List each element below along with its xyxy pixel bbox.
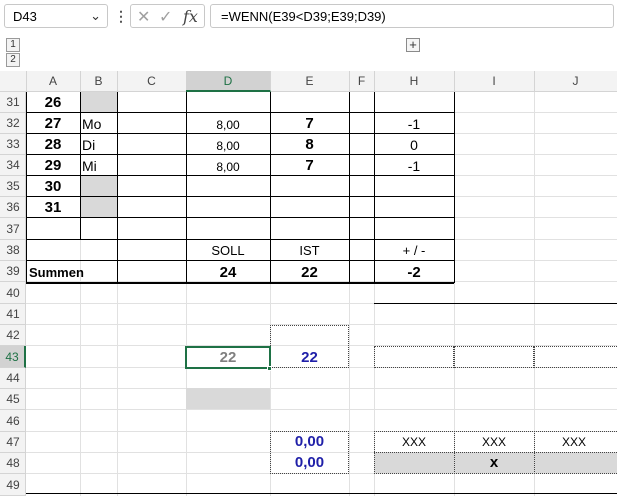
cell-b33[interactable]: Di: [82, 134, 117, 155]
row-header-37[interactable]: 37: [0, 218, 26, 240]
cell-e39[interactable]: 22: [270, 261, 349, 283]
expand-group-icon[interactable]: +: [406, 38, 420, 52]
cell-h47[interactable]: XXX: [374, 431, 454, 452]
cell-j47[interactable]: XXX: [534, 431, 614, 452]
name-box[interactable]: D43 ⌄: [4, 4, 108, 28]
column-header-i[interactable]: I: [454, 71, 535, 91]
cell-e43[interactable]: 22: [270, 346, 349, 368]
cell-h43[interactable]: [374, 346, 454, 368]
column-header-f[interactable]: F: [349, 71, 375, 91]
row-header-34[interactable]: 34: [0, 155, 26, 176]
cell-e32[interactable]: 7: [270, 113, 349, 134]
cell-h32[interactable]: -1: [374, 113, 454, 134]
cell-b34[interactable]: Mi: [82, 155, 117, 176]
row-header-bar: 31 32 33 34 35 36 37 38 39 40 41 42 43 4…: [0, 92, 26, 496]
cell-i47[interactable]: XXX: [454, 431, 534, 452]
cell-b36[interactable]: [80, 197, 117, 217]
row-header-41[interactable]: 41: [0, 304, 26, 325]
column-header-j[interactable]: J: [534, 71, 617, 91]
cell-a31[interactable]: 26: [26, 92, 80, 113]
row-header-32[interactable]: 32: [0, 113, 26, 134]
row-header-40[interactable]: 40: [0, 282, 26, 304]
cell-h33[interactable]: 0: [374, 134, 454, 155]
cell-d39[interactable]: 24: [186, 261, 270, 283]
cell-a32[interactable]: 27: [26, 113, 80, 134]
name-box-value: D43: [13, 9, 37, 24]
cell-h39[interactable]: -2: [374, 261, 454, 283]
formula-text: =WENN(E39<D39;E39;D39): [221, 9, 386, 24]
row-header-48[interactable]: 48: [0, 453, 26, 474]
cell-d45[interactable]: [186, 388, 270, 409]
outline-level-2-button[interactable]: 2: [6, 53, 20, 67]
row-header-35[interactable]: 35: [0, 176, 26, 197]
cell-a33[interactable]: 28: [26, 134, 80, 155]
row-header-39[interactable]: 39: [0, 261, 26, 282]
column-header-bar: A B C D E F H I J: [0, 71, 617, 92]
chevron-down-icon[interactable]: ⌄: [90, 8, 101, 24]
cell-i48[interactable]: x: [454, 452, 534, 473]
cell-d43-value: 22: [219, 348, 237, 366]
row-header-44[interactable]: 44: [0, 368, 26, 389]
row-header-33[interactable]: 33: [0, 134, 26, 155]
cell-h34[interactable]: -1: [374, 155, 454, 176]
row-header-42[interactable]: 42: [0, 325, 26, 346]
row-header-49[interactable]: 49: [0, 474, 26, 496]
column-header-a[interactable]: A: [26, 71, 81, 91]
confirm-icon[interactable]: ✓: [159, 7, 172, 27]
cell-a35[interactable]: 30: [26, 176, 80, 197]
row-header-46[interactable]: 46: [0, 410, 26, 432]
column-header-e[interactable]: E: [270, 71, 350, 91]
cancel-icon[interactable]: ✕: [137, 7, 150, 27]
row-header-43[interactable]: 43: [0, 346, 26, 368]
cell-a36[interactable]: 31: [26, 197, 80, 218]
cell-e33[interactable]: 8: [270, 134, 349, 155]
cell-e47[interactable]: 0,00: [270, 431, 349, 452]
row-header-31[interactable]: 31: [0, 92, 26, 113]
cell-a39[interactable]: Summen: [29, 261, 117, 283]
formula-input[interactable]: =WENN(E39<D39;E39;D39): [210, 4, 614, 28]
row-header-38[interactable]: 38: [0, 240, 26, 261]
cell-h38[interactable]: + / -: [374, 240, 454, 261]
column-header-c[interactable]: C: [117, 71, 187, 91]
cell-d32[interactable]: 8,00: [186, 114, 270, 135]
row-header-36[interactable]: 36: [0, 197, 26, 218]
cell-d38[interactable]: SOLL: [186, 240, 270, 261]
cell-j43[interactable]: [534, 346, 617, 368]
cell-e38[interactable]: IST: [270, 240, 349, 261]
cell-b35[interactable]: [80, 176, 117, 196]
select-all-corner[interactable]: [0, 71, 27, 91]
more-options-icon[interactable]: ⋮: [114, 6, 128, 26]
cell-b32[interactable]: Mo: [82, 113, 117, 134]
cell-a34[interactable]: 29: [26, 155, 80, 176]
outline-level-1-button[interactable]: 1: [6, 38, 20, 52]
cell-e34[interactable]: 7: [270, 155, 349, 176]
cell-d33[interactable]: 8,00: [186, 135, 270, 156]
column-header-h[interactable]: H: [374, 71, 455, 91]
insert-function-icon[interactable]: fx: [183, 7, 198, 26]
cell-d34[interactable]: 8,00: [186, 156, 270, 177]
row-header-45[interactable]: 45: [0, 389, 26, 410]
formula-actions: ✕ ✓ fx: [130, 4, 205, 28]
cell-i43[interactable]: [454, 346, 534, 368]
column-header-d[interactable]: D: [186, 71, 271, 92]
column-header-b[interactable]: B: [80, 71, 118, 91]
cell-b31[interactable]: [80, 92, 117, 112]
row-header-47[interactable]: 47: [0, 432, 26, 453]
cell-e48[interactable]: 0,00: [270, 452, 349, 473]
